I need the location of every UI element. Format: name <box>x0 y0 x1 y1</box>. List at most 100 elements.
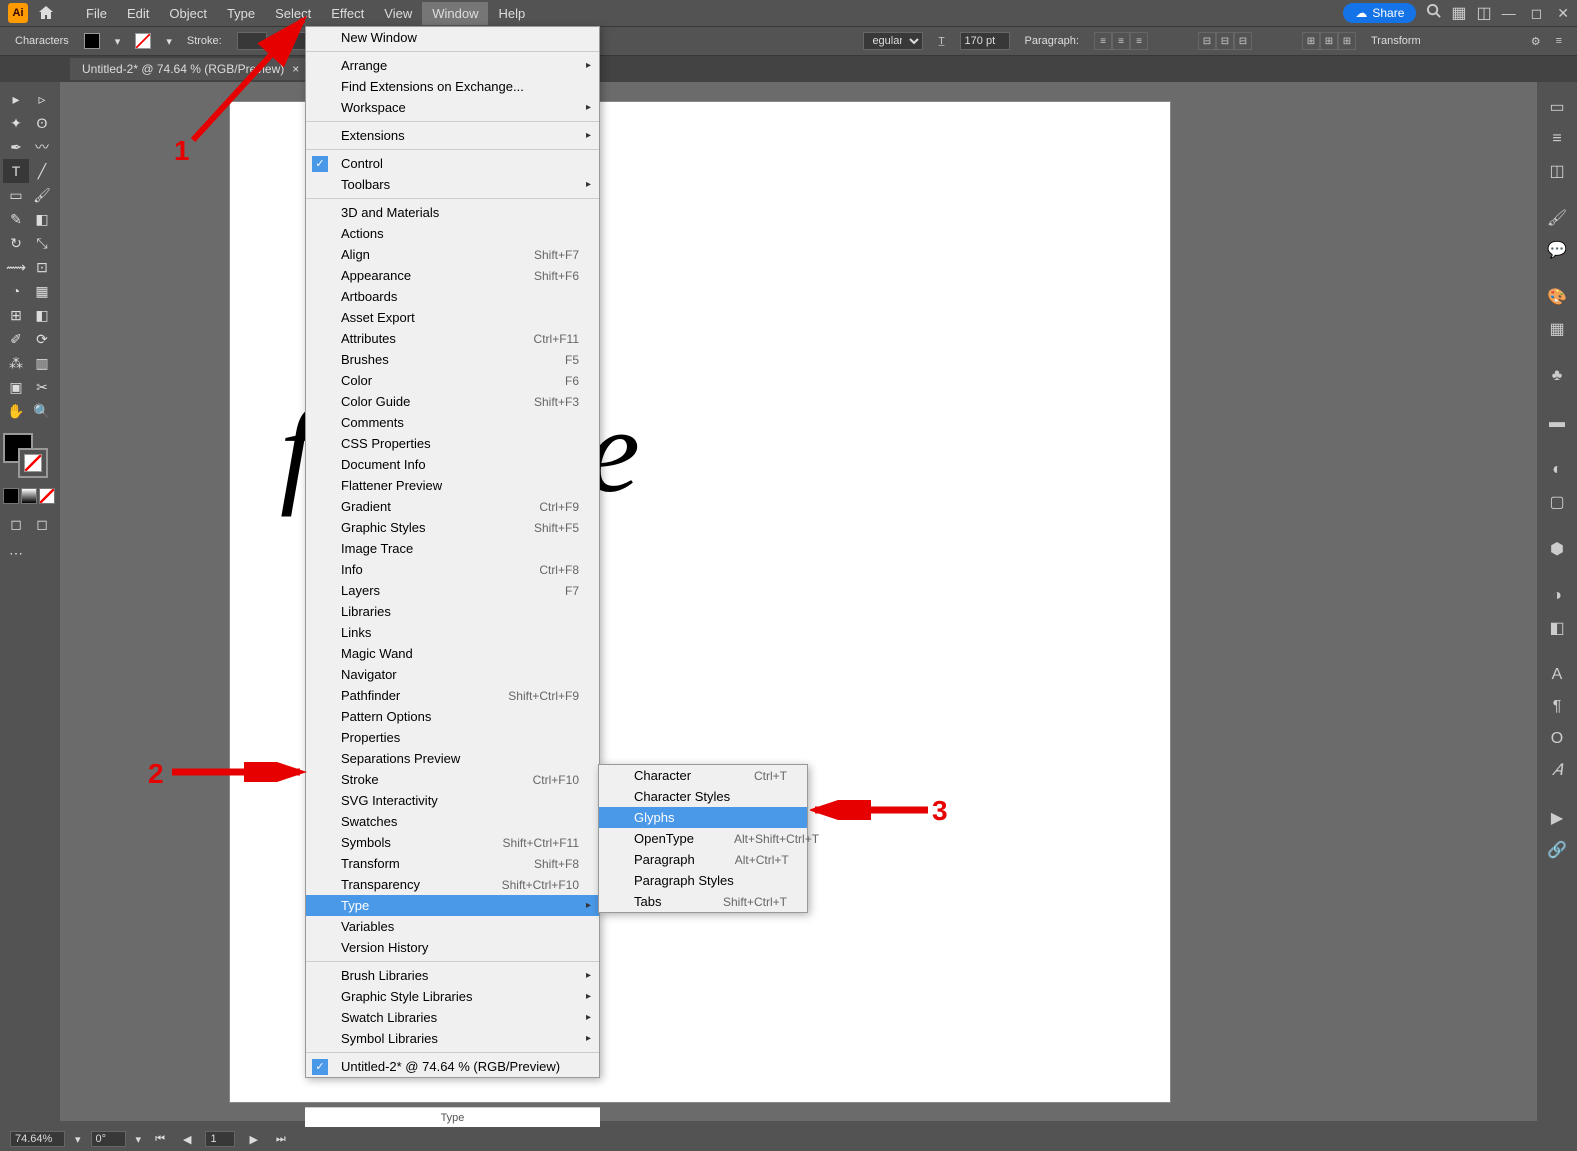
edit-toolbar-icon[interactable]: ⋯ <box>3 541 29 565</box>
paintbrush-tool[interactable]: 🖌 <box>29 183 55 207</box>
prev-artboard-icon[interactable]: ◀ <box>179 1133 195 1146</box>
shaper-tool[interactable]: ✎ <box>3 207 29 231</box>
character-panel-icon[interactable]: A <box>1542 660 1572 690</box>
zoom-dropdown-icon[interactable]: ▾ <box>75 1133 81 1146</box>
window-menu-item-swatches[interactable]: Swatches <box>306 811 599 832</box>
hand-tool[interactable]: ✋ <box>3 399 29 423</box>
brushes-panel-icon[interactable]: 🖌 <box>1542 203 1572 233</box>
window-menu-item-find-extensions-on-exchange[interactable]: Find Extensions on Exchange... <box>306 76 599 97</box>
preferences-icon[interactable]: ⚙ <box>1531 35 1541 48</box>
rotate-tool[interactable]: ↻ <box>3 231 29 255</box>
align-left-icon[interactable]: ≡ <box>1094 32 1112 50</box>
opentype-panel-icon[interactable]: O <box>1542 724 1572 754</box>
window-menu-item-magic-wand[interactable]: Magic Wand <box>306 643 599 664</box>
search-icon[interactable] <box>1426 3 1441 23</box>
window-menu-item-version-history[interactable]: Version History <box>306 937 599 958</box>
menu-edit[interactable]: Edit <box>117 2 159 25</box>
font-size-input[interactable] <box>960 32 1010 50</box>
rectangle-tool[interactable]: ▭ <box>3 183 29 207</box>
window-menu-item-symbol-libraries[interactable]: Symbol Libraries▸ <box>306 1028 599 1049</box>
menu-effect[interactable]: Effect <box>321 2 374 25</box>
rotate-input[interactable] <box>91 1131 126 1147</box>
eraser-tool[interactable]: ◧ <box>29 207 55 231</box>
symbol-sprayer-tool[interactable]: ⁂ <box>3 351 29 375</box>
appearance-panel-icon[interactable]: ◐ <box>1542 455 1572 485</box>
pen-tool[interactable]: ✒ <box>3 135 29 159</box>
window-menu-item-asset-export[interactable]: Asset Export <box>306 307 599 328</box>
window-menu-item-pattern-options[interactable]: Pattern Options <box>306 706 599 727</box>
home-icon[interactable] <box>36 3 56 23</box>
scale-tool[interactable]: ⤡ <box>29 231 55 255</box>
blend-tool[interactable]: ⟳ <box>29 327 55 351</box>
align-obj-3[interactable]: ⊟ <box>1234 32 1252 50</box>
menu-window[interactable]: Window <box>422 2 488 25</box>
window-menu-item-symbols[interactable]: SymbolsShift+Ctrl+F11 <box>306 832 599 853</box>
align-obj-1[interactable]: ⊟ <box>1198 32 1216 50</box>
window-menu-item-properties[interactable]: Properties <box>306 727 599 748</box>
window-menu-item-actions[interactable]: Actions <box>306 223 599 244</box>
type-submenu-item-glyphs[interactable]: Glyphs <box>599 807 807 828</box>
type-submenu-item-tabs[interactable]: TabsShift+Ctrl+T <box>599 891 807 912</box>
window-menu-item-transparency[interactable]: TransparencyShift+Ctrl+F10 <box>306 874 599 895</box>
graphic-styles-panel-icon[interactable]: ▢ <box>1542 487 1572 517</box>
dist-2[interactable]: ⊞ <box>1320 32 1338 50</box>
slice-tool[interactable]: ✂ <box>29 375 55 399</box>
window-menu-item-links[interactable]: Links <box>306 622 599 643</box>
workspace-switcher-icon[interactable]: ◫ <box>1477 3 1492 23</box>
eyedropper-tool[interactable]: ✐ <box>3 327 29 351</box>
3d-panel-icon[interactable]: ⬢ <box>1542 534 1572 564</box>
magic-wand-tool[interactable]: ✦ <box>3 111 29 135</box>
dist-1[interactable]: ⊞ <box>1302 32 1320 50</box>
font-style-select[interactable]: egular <box>863 32 923 50</box>
selection-tool[interactable]: ▸ <box>3 87 29 111</box>
menu-help[interactable]: Help <box>488 2 535 25</box>
window-menu-item-align[interactable]: AlignShift+F7 <box>306 244 599 265</box>
gradient-panel-icon[interactable]: ◑ <box>1542 581 1572 611</box>
layers-panel-icon[interactable]: ≡ <box>1542 124 1572 154</box>
properties-panel-icon[interactable]: ▭ <box>1542 92 1572 122</box>
shape-builder-tool[interactable]: ◔ <box>3 279 29 303</box>
type-submenu-item-opentype[interactable]: OpenTypeAlt+Shift+Ctrl+T <box>599 828 807 849</box>
zoom-input[interactable] <box>10 1131 65 1147</box>
glyphs-panel-icon[interactable]: 𝐴 <box>1542 756 1572 786</box>
free-transform-tool[interactable]: ⊡ <box>29 255 55 279</box>
window-menu-item-workspace[interactable]: Workspace▸ <box>306 97 599 118</box>
type-tool[interactable]: T <box>3 159 29 183</box>
artboard-tool[interactable]: ▣ <box>3 375 29 399</box>
color-mode-swatch[interactable] <box>3 488 19 504</box>
draw-normal-icon[interactable]: ◻ <box>3 512 29 536</box>
window-menu-item-untitled-2-74-64-rgb-preview[interactable]: ✓Untitled-2* @ 74.64 % (RGB/Preview) <box>306 1056 599 1077</box>
window-menu-item-gradient[interactable]: GradientCtrl+F9 <box>306 496 599 517</box>
gradient-tool[interactable]: ◧ <box>29 303 55 327</box>
window-menu-item-arrange[interactable]: Arrange▸ <box>306 55 599 76</box>
stroke-color-box[interactable] <box>18 448 48 478</box>
close-icon[interactable]: ✕ <box>1557 5 1569 22</box>
window-menu-item-separations-preview[interactable]: Separations Preview <box>306 748 599 769</box>
fill-stroke-swatches[interactable] <box>3 433 53 483</box>
align-right-icon[interactable]: ≡ <box>1130 32 1148 50</box>
panel-menu-icon[interactable]: ≡ <box>1556 35 1562 47</box>
comments-panel-icon[interactable]: 💬 <box>1542 235 1572 265</box>
libraries-panel-icon[interactable]: ◫ <box>1542 156 1572 186</box>
window-menu-item-comments[interactable]: Comments <box>306 412 599 433</box>
type-submenu-item-character-styles[interactable]: Character Styles <box>599 786 807 807</box>
window-menu-item-stroke[interactable]: StrokeCtrl+F10 <box>306 769 599 790</box>
zoom-tool[interactable]: 🔍 <box>29 399 55 423</box>
align-obj-2[interactable]: ⊟ <box>1216 32 1234 50</box>
window-menu-item-image-trace[interactable]: Image Trace <box>306 538 599 559</box>
first-artboard-icon[interactable]: ⏮ <box>151 1133 169 1146</box>
align-center-icon[interactable]: ≡ <box>1112 32 1130 50</box>
window-menu-item-artboards[interactable]: Artboards <box>306 286 599 307</box>
window-menu-item-variables[interactable]: Variables <box>306 916 599 937</box>
window-menu-item-appearance[interactable]: AppearanceShift+F6 <box>306 265 599 286</box>
paragraph-panel-icon[interactable]: ¶ <box>1542 692 1572 722</box>
stroke-panel-icon[interactable]: ▬ <box>1542 408 1572 438</box>
mesh-tool[interactable]: ⊞ <box>3 303 29 327</box>
actions-panel-icon[interactable]: ▶ <box>1542 803 1572 833</box>
window-menu-item-color[interactable]: ColorF6 <box>306 370 599 391</box>
type-submenu-item-paragraph[interactable]: ParagraphAlt+Ctrl+T <box>599 849 807 870</box>
minimize-icon[interactable]: — <box>1502 5 1516 22</box>
lasso-tool[interactable]: ʘ <box>29 111 55 135</box>
gradient-mode-swatch[interactable] <box>21 488 37 504</box>
window-menu-item-attributes[interactable]: AttributesCtrl+F11 <box>306 328 599 349</box>
